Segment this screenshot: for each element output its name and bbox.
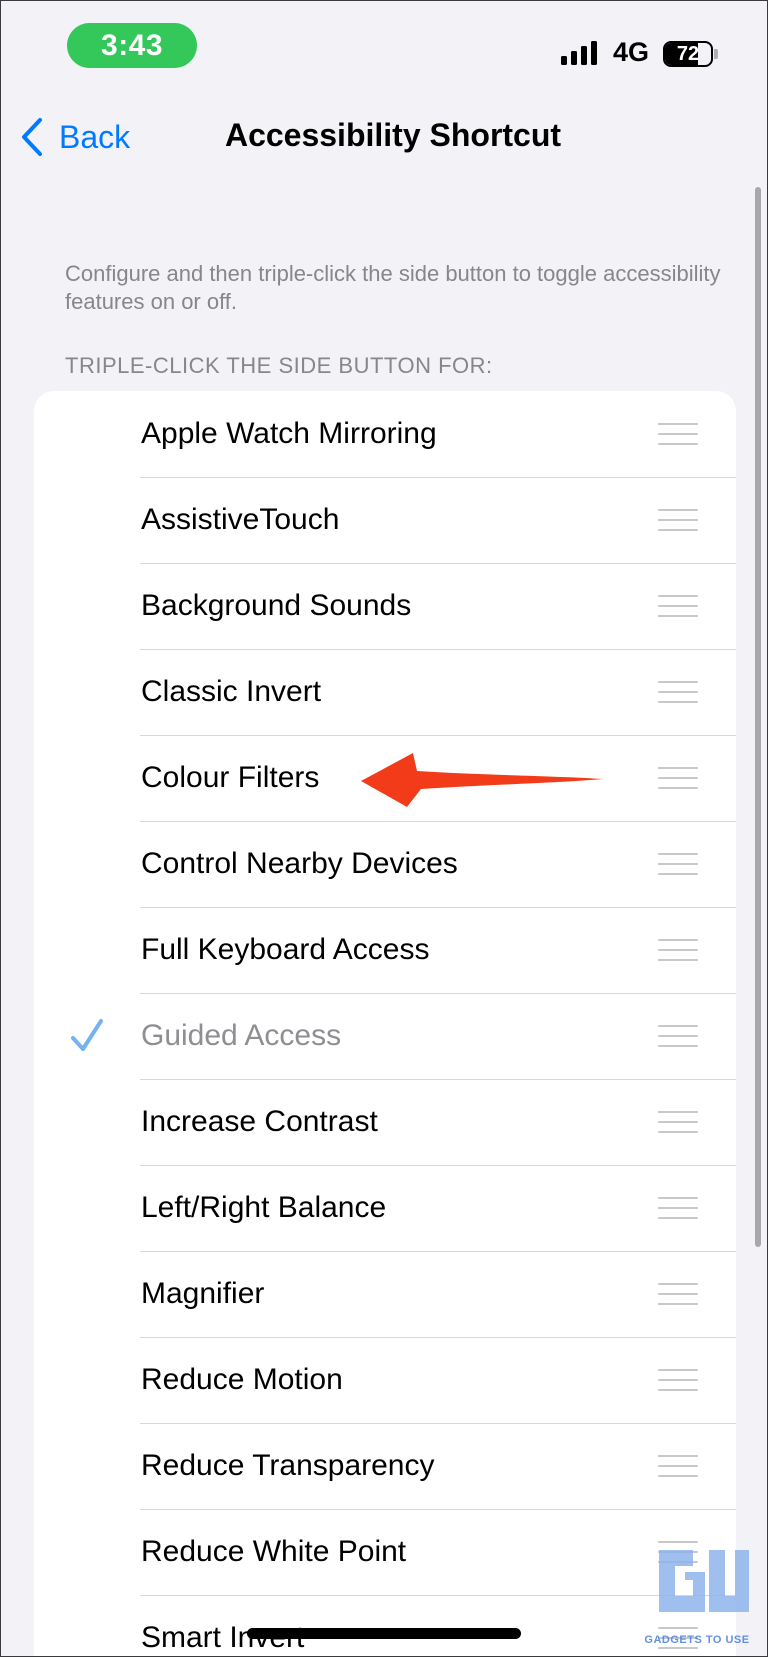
reorder-handle-icon[interactable] xyxy=(658,1111,698,1133)
list-item-label: Background Sounds xyxy=(141,589,412,622)
checkmark-icon xyxy=(71,1019,103,1051)
description-text: Configure and then triple-click the side… xyxy=(65,261,721,314)
list-item[interactable]: Reduce Motion xyxy=(34,1337,736,1423)
reorder-handle-icon[interactable] xyxy=(658,1369,698,1391)
list-item-label: Classic Invert xyxy=(141,675,322,708)
list-item-label: Guided Access xyxy=(141,1019,342,1052)
list-item[interactable]: Left/Right Balance xyxy=(34,1165,736,1251)
list-item-label: Reduce Transparency xyxy=(141,1449,435,1482)
red-arrow-icon xyxy=(361,753,603,807)
list-item[interactable]: Increase Contrast xyxy=(34,1079,736,1165)
list-item[interactable]: Apple Watch Mirroring xyxy=(34,391,736,477)
list-item[interactable]: Control Nearby Devices xyxy=(34,821,736,907)
list-item-label: Control Nearby Devices xyxy=(141,847,458,880)
battery-icon: 72 xyxy=(663,41,713,67)
list-item[interactable]: Reduce White Point xyxy=(34,1509,736,1595)
list-item-label: Reduce White Point xyxy=(141,1535,407,1568)
list-item-label: Left/Right Balance xyxy=(141,1191,387,1224)
status-time-label: 3:43 xyxy=(100,28,164,62)
page-title: Accessibility Shortcut xyxy=(1,117,767,154)
network-type: 4G xyxy=(613,37,650,67)
list-item-label: Magnifier xyxy=(141,1277,265,1310)
list-item[interactable]: Reduce Transparency xyxy=(34,1423,736,1509)
reorder-handle-icon[interactable] xyxy=(658,423,698,445)
reorder-handle-icon[interactable] xyxy=(658,595,698,617)
home-indicator[interactable] xyxy=(247,1628,521,1639)
list-item-label: Smart Invert xyxy=(141,1621,305,1654)
list-item-label: Full Keyboard Access xyxy=(141,933,430,966)
reorder-handle-icon[interactable] xyxy=(658,1283,698,1305)
reorder-handle-icon[interactable] xyxy=(658,1455,698,1477)
section-header: TRIPLE-CLICK THE SIDE BUTTON FOR: xyxy=(65,353,493,378)
list-item[interactable]: Magnifier xyxy=(34,1251,736,1337)
list-item[interactable]: Full Keyboard Access xyxy=(34,907,736,993)
list-item[interactable]: Smart Invert xyxy=(34,1595,736,1656)
reorder-handle-icon[interactable] xyxy=(658,939,698,961)
battery-level: 72 xyxy=(676,42,700,65)
list-item-label: Colour Filters xyxy=(141,761,320,794)
status-time[interactable]: 3:43 xyxy=(67,23,197,68)
reorder-handle-icon[interactable] xyxy=(658,1197,698,1219)
list-item[interactable]: Background Sounds xyxy=(34,563,736,649)
list-item-label: AssistiveTouch xyxy=(141,503,340,536)
reorder-handle-icon[interactable] xyxy=(658,1025,698,1047)
shortcut-list: Apple Watch Mirroring AssistiveTouch Backg… xyxy=(34,391,736,1656)
reorder-handle-icon[interactable] xyxy=(658,853,698,875)
list-item-label: Reduce Motion xyxy=(141,1363,343,1396)
list-item-label: Apple Watch Mirroring xyxy=(141,417,437,450)
screen: 3:43 4G 72 Back Accessibility Shortcut C… xyxy=(0,0,768,1657)
cellular-signal-icon xyxy=(561,41,601,65)
scrollbar[interactable] xyxy=(755,187,761,1247)
list-item[interactable]: AssistiveTouch xyxy=(34,477,736,563)
page-title-text: Accessibility Shortcut xyxy=(224,117,562,153)
list-item-label: Increase Contrast xyxy=(141,1105,378,1138)
battery-terminal xyxy=(714,49,718,59)
watermark-text: GADGETS TO USE xyxy=(644,1634,750,1646)
list-item[interactable]: Classic Invert xyxy=(34,649,736,735)
reorder-handle-icon[interactable] xyxy=(658,767,698,789)
reorder-handle-icon[interactable] xyxy=(658,509,698,531)
list-item[interactable]: Guided Access xyxy=(34,993,736,1079)
reorder-handle-icon[interactable] xyxy=(658,681,698,703)
gadgets-to-use-logo: GADGETS TO USE xyxy=(641,1536,753,1646)
